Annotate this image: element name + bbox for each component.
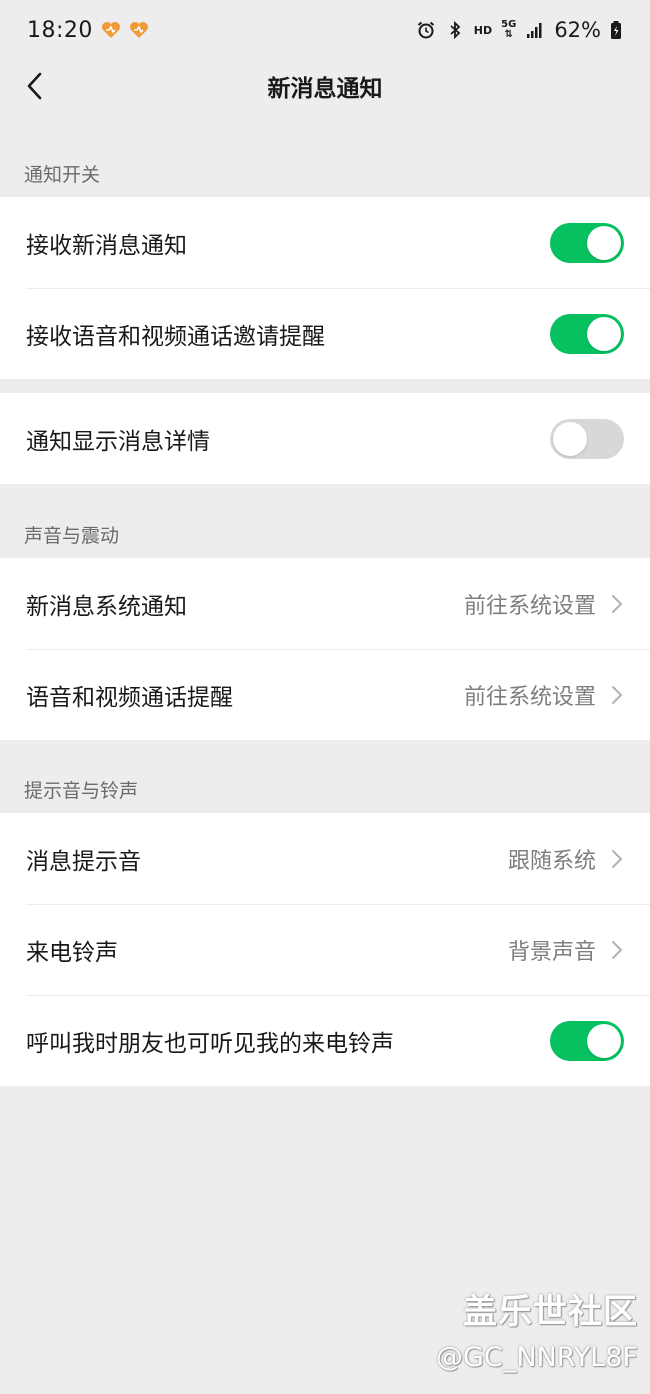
row-show-message-detail[interactable]: 通知显示消息详情 xyxy=(0,393,650,484)
receive-call-invite-toggle[interactable] xyxy=(550,313,624,354)
show-message-detail-toggle[interactable] xyxy=(550,418,624,459)
watermark-brand: 盖乐世社区 xyxy=(463,1292,638,1332)
signal-icon xyxy=(527,23,542,38)
section-label-sound-vibrate: 声音与震动 xyxy=(24,525,120,547)
row-value: 前往系统设置 xyxy=(463,593,596,619)
toggle-knob xyxy=(587,316,621,351)
row-call-reminder[interactable]: 语音和视频通话提醒 前往系统设置 xyxy=(0,649,650,740)
row-label: 接收新消息通知 xyxy=(26,232,187,259)
chevron-right-icon xyxy=(612,940,623,959)
watermark-user: @GC_NNRYL8F xyxy=(436,1342,638,1373)
row-value: 前往系统设置 xyxy=(463,684,596,710)
toggle-knob xyxy=(587,1023,621,1058)
battery-icon xyxy=(611,21,621,39)
row-label: 新消息系统通知 xyxy=(26,593,187,620)
group-notify-switch: 接收新消息通知 接收语音和视频通话邀请提醒 xyxy=(0,197,650,379)
page-title: 新消息通知 xyxy=(267,76,383,102)
row-ringtone[interactable]: 来电铃声 背景声音 xyxy=(0,904,650,995)
row-system-notification[interactable]: 新消息系统通知 前往系统设置 xyxy=(0,558,650,649)
row-label: 来电铃声 xyxy=(26,939,118,966)
watermark: 盖乐世社区 @GC_NNRYL8F xyxy=(436,1290,638,1376)
chevron-right-icon xyxy=(612,685,623,704)
row-label: 通知显示消息详情 xyxy=(26,428,210,455)
status-right: HD 5G ⇅ 62% xyxy=(416,18,622,42)
row-receive-call-invite[interactable]: 接收语音和视频通话邀请提醒 xyxy=(0,288,650,379)
group-show-detail: 通知显示消息详情 xyxy=(0,393,650,484)
group-sound-vibrate: 新消息系统通知 前往系统设置 语音和视频通话提醒 前往系统设置 xyxy=(0,558,650,740)
chevron-right-icon xyxy=(612,594,623,613)
status-bar: 18:20 HD 5G ⇅ 62% xyxy=(0,0,650,60)
back-button[interactable] xyxy=(14,66,54,106)
network-5g-indicator: 5G ⇅ xyxy=(501,19,517,40)
row-label: 接收语音和视频通话邀请提醒 xyxy=(26,323,325,350)
status-left: 18:20 xyxy=(27,18,149,43)
row-label: 消息提示音 xyxy=(26,848,141,875)
row-message-tone[interactable]: 消息提示音 跟随系统 xyxy=(0,813,650,904)
row-value: 跟随系统 xyxy=(507,848,596,874)
alarm-icon xyxy=(417,21,434,39)
receive-new-message-toggle[interactable] xyxy=(550,222,624,263)
health-heart-icon xyxy=(101,22,120,38)
nav-bar: 新消息通知 xyxy=(0,60,650,112)
hd-indicator: HD xyxy=(473,23,493,37)
row-label: 呼叫我时朋友也可听见我的来电铃声 xyxy=(26,1030,394,1057)
chevron-right-icon xyxy=(612,849,623,868)
back-arrow-icon xyxy=(27,72,42,100)
section-label-tone-ringtone: 提示音与铃声 xyxy=(24,780,139,802)
row-value: 背景声音 xyxy=(507,939,596,965)
battery-percent: 62% xyxy=(554,18,601,42)
group-tone-ringtone: 消息提示音 跟随系统 来电铃声 背景声音 呼叫我时朋友也可听见我的来电铃声 xyxy=(0,813,650,1086)
friend-hear-ringtone-toggle[interactable] xyxy=(550,1020,624,1061)
status-time: 18:20 xyxy=(27,17,93,43)
health-heart-icon-2 xyxy=(129,22,148,38)
section-label-notify-switch: 通知开关 xyxy=(24,164,101,186)
toggle-knob xyxy=(553,421,587,456)
bluetooth-icon xyxy=(450,20,461,40)
toggle-knob xyxy=(587,225,621,260)
row-friend-hear-ringtone[interactable]: 呼叫我时朋友也可听见我的来电铃声 xyxy=(0,995,650,1086)
row-receive-new-message[interactable]: 接收新消息通知 xyxy=(0,197,650,288)
row-label: 语音和视频通话提醒 xyxy=(26,684,233,711)
